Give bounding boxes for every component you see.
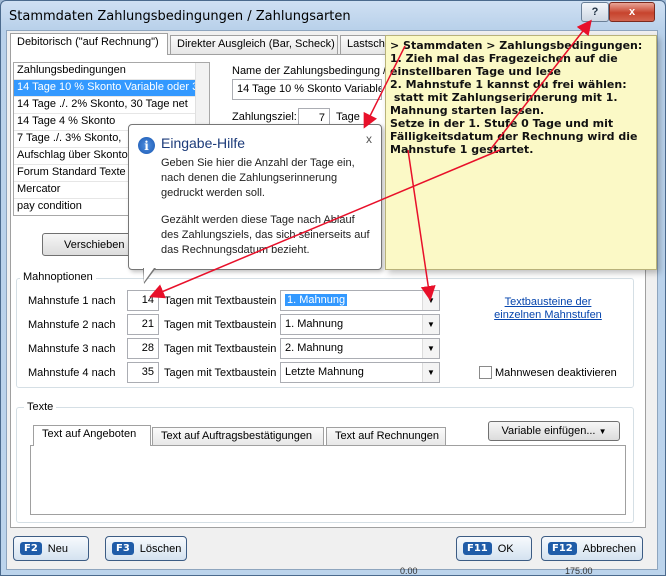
mahnstufe-4-days[interactable]: 35 [127, 362, 159, 383]
f2-key-badge: F2 [20, 542, 42, 555]
balloon-text: Gezählt werden diese Tage nach Ablauf de… [161, 214, 370, 256]
chevron-down-icon: ▼ [598, 426, 607, 436]
insert-variable-button[interactable]: Variable einfügen... ▼ [488, 421, 620, 441]
combo-value: Letzte Mahnung [285, 366, 364, 378]
mahnwesen-label: Mahnwesen deaktivieren [495, 367, 617, 379]
name-label: Name der Zahlungsbedingung / [232, 65, 387, 77]
balloon-close-icon[interactable]: x [366, 132, 372, 146]
ok-button[interactable]: F11 OK [456, 536, 532, 561]
f3-key-badge: F3 [112, 542, 134, 555]
mahnstufe-2-baustein[interactable]: 1. Mahnung ▼ [280, 314, 440, 335]
close-button[interactable]: x [609, 2, 655, 22]
chevron-down-icon[interactable]: ▼ [422, 363, 439, 382]
days-label: Tagen mit Textbaustein [164, 295, 277, 307]
annotation-note: > Stammdaten > Zahlungsbedingungen: 1. Z… [385, 35, 657, 270]
help-button[interactable]: ? [581, 2, 609, 22]
new-label: Neu [47, 542, 68, 555]
note-line: 1. Zieh mal das Fragezeichen auf die ein… [390, 52, 622, 78]
combo-value: 2. Mahnung [285, 342, 344, 354]
combo-value: 1. Mahnung [285, 294, 348, 306]
list-header: Zahlungsbedingungen [14, 63, 196, 80]
tab-text-auftrag[interactable]: Text auf Auftragsbestätigungen [152, 427, 324, 446]
note-line: > Stammdaten > Zahlungsbedingungen: [390, 39, 643, 52]
cancel-label: Abbrechen [582, 542, 636, 555]
background-fragment: 175.00 [565, 566, 593, 576]
text-editor[interactable] [30, 445, 626, 515]
days-label: Tagen mit Textbaustein [164, 367, 277, 379]
new-button[interactable]: F2 Neu [13, 536, 89, 561]
chevron-down-icon[interactable]: ▼ [422, 339, 439, 358]
balloon-tail-inner [144, 268, 154, 282]
note-line: statt mit Zahlungserinnerung mit 1. Mahn… [390, 91, 622, 117]
mahnstufe-3-days[interactable]: 28 [127, 338, 159, 359]
info-icon: i [138, 137, 155, 154]
note-line: Setze in der 1. Stufe 0 Tage und mit Fäl… [390, 117, 642, 156]
background-fragment: 0.00 [400, 566, 418, 576]
mahnstufe-4-label: Mahnstufe 4 nach [28, 367, 116, 379]
name-field[interactable]: 14 Tage 10 % Skonto Variable [232, 79, 382, 100]
tab-direkter-ausgleich[interactable]: Direkter Ausgleich (Bar, Scheck) [170, 35, 338, 54]
f12-key-badge: F12 [548, 542, 577, 555]
list-item[interactable]: 14 Tage ./. 2% Skonto, 30 Tage net [14, 97, 196, 114]
tab-text-angeboten[interactable]: Text auf Angeboten [33, 425, 151, 446]
delete-button[interactable]: F3 Löschen [105, 536, 187, 561]
days-label: Tagen mit Textbaustein [164, 319, 277, 331]
window-title: Stammdaten Zahlungsbedingungen / Zahlung… [9, 9, 351, 24]
tab-text-rechnungen[interactable]: Text auf Rechnungen [326, 427, 446, 446]
days-label: Tagen mit Textbaustein [164, 343, 277, 355]
texte-title: Texte [24, 401, 57, 413]
balloon-text: Geben Sie hier die Anzahl der Tage ein, … [161, 157, 355, 199]
mahnstufe-4-baustein[interactable]: Letzte Mahnung ▼ [280, 362, 440, 383]
note-line: 2. Mahnstufe 1 kannst du frei wählen: [390, 78, 627, 91]
chevron-down-icon[interactable]: ▼ [422, 291, 439, 310]
mahnstufe-1-days[interactable]: 14 [127, 290, 159, 311]
chevron-down-icon[interactable]: ▼ [422, 315, 439, 334]
mahnstufe-2-days[interactable]: 21 [127, 314, 159, 335]
mahnstufe-3-label: Mahnstufe 3 nach [28, 343, 116, 355]
mahnstufe-1-label: Mahnstufe 1 nach [28, 295, 116, 307]
ziel-label: Zahlungsziel: [232, 111, 297, 123]
mahnwesen-checkbox[interactable] [479, 366, 492, 379]
list-item[interactable]: 14 Tage 10 % Skonto Variable oder 3 [14, 80, 196, 97]
delete-label: Löschen [139, 542, 182, 555]
tab-debitorisch[interactable]: Debitorisch ("auf Rechnung") [10, 33, 168, 55]
tab-lastschrift[interactable]: Lastsch [340, 35, 388, 54]
help-balloon: i Eingabe-Hilfe x Geben Sie hier die Anz… [128, 124, 382, 270]
f11-key-badge: F11 [463, 542, 492, 555]
balloon-title: Eingabe-Hilfe [161, 135, 246, 151]
insert-variable-label: Variable einfügen... [501, 425, 596, 437]
mahnstufe-3-baustein[interactable]: 2. Mahnung ▼ [280, 338, 440, 359]
mahnstufe-2-label: Mahnstufe 2 nach [28, 319, 116, 331]
ziel-unit: Tage [336, 111, 360, 123]
cancel-button[interactable]: F12 Abbrechen [541, 536, 643, 561]
textbausteine-link[interactable]: Textbausteine der einzelnen Mahnstufen [488, 296, 608, 322]
combo-value: 1. Mahnung [285, 318, 344, 330]
mahnoptionen-title: Mahnoptionen [20, 271, 96, 283]
mahnstufe-1-baustein[interactable]: 1. Mahnung ▼ [280, 290, 440, 311]
ok-label: OK [497, 542, 514, 555]
